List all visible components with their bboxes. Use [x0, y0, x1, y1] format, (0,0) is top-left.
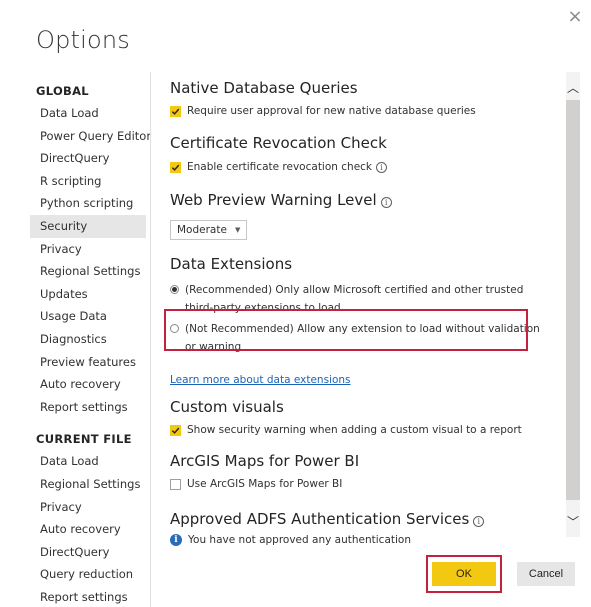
adfs-title: Approved ADFS Authentication Services i [170, 507, 556, 531]
scrollbar-thumb[interactable] [566, 100, 580, 500]
web-preview-title-text: Web Preview Warning Level [170, 191, 377, 209]
nav-item-current-privacy[interactable]: Privacy [30, 496, 146, 519]
checkbox-checked-icon[interactable] [170, 161, 181, 173]
nav-item-python-scripting[interactable]: Python scripting [30, 192, 146, 215]
native-db-approval-option[interactable]: Require user approval for new native dat… [170, 102, 556, 120]
checkbox-checked-icon[interactable] [170, 105, 181, 117]
nav-item-directquery[interactable]: DirectQuery [30, 147, 146, 170]
radio-selected-icon[interactable] [170, 285, 179, 294]
current-file-nav-list: Data Load Regional Settings Privacy Auto re… [30, 450, 146, 607]
cert-revocation-label: Enable certificate revocation check [187, 161, 373, 173]
custom-visuals-title: Custom visuals [170, 398, 284, 416]
not-recommended-highlight [164, 309, 528, 351]
adfs-info-text: You have not approved any authentication [188, 534, 411, 546]
ok-button[interactable]: OK [432, 562, 496, 586]
adfs-info-row: i You have not approved any authenticati… [170, 531, 556, 549]
web-preview-title: Web Preview Warning Level i [170, 188, 556, 212]
nav-item-data-load[interactable]: Data Load [30, 102, 146, 125]
chevron-up-icon[interactable]: ︿ [566, 78, 580, 98]
chevron-down-icon[interactable]: ﹀ [566, 512, 580, 532]
info-icon[interactable]: i [376, 161, 388, 173]
global-nav-list: Data Load Power Query Editor DirectQuery R … [30, 102, 151, 419]
nav-item-r-scripting[interactable]: R scripting [30, 170, 146, 193]
nav-item-privacy[interactable]: Privacy [30, 238, 146, 261]
nav-item-usage-data[interactable]: Usage Data [30, 305, 146, 328]
nav-item-regional-settings[interactable]: Regional Settings [30, 260, 146, 283]
info-icon[interactable]: i [380, 197, 392, 208]
custom-visuals-warning-option[interactable]: Show security warning when adding a cust… [170, 421, 556, 439]
close-icon[interactable]: × [566, 8, 584, 26]
nav-item-current-regional-settings[interactable]: Regional Settings [30, 473, 146, 496]
nav-item-current-data-load[interactable]: Data Load [30, 450, 146, 473]
web-preview-level-dropdown[interactable]: Moderate ▼ [170, 220, 248, 240]
dropdown-value: Moderate [177, 224, 227, 236]
data-extensions-title: Data Extensions [170, 255, 293, 273]
nav-heading-global: GLOBAL [36, 84, 89, 98]
nav-item-current-directquery[interactable]: DirectQuery [30, 541, 146, 564]
checkbox-unchecked-icon[interactable] [170, 478, 181, 490]
native-db-approval-label: Require user approval for new native dat… [187, 105, 476, 117]
cert-revocation-title: Certificate Revocation Check [170, 134, 387, 152]
cert-revocation-option[interactable]: Enable certificate revocation check i [170, 158, 556, 176]
dialog-title: Options [36, 26, 131, 54]
arcgis-title: ArcGIS Maps for Power BI [170, 452, 360, 470]
nav-item-auto-recovery[interactable]: Auto recovery [30, 373, 146, 396]
nav-item-preview-features[interactable]: Preview features [30, 351, 146, 374]
nav-item-power-query-editor[interactable]: Power Query Editor [30, 125, 151, 148]
info-filled-icon: i [170, 534, 182, 546]
nav-item-current-report-settings[interactable]: Report settings [30, 586, 146, 607]
cancel-button[interactable]: Cancel [517, 562, 575, 586]
checkbox-checked-icon[interactable] [170, 424, 181, 436]
arcgis-option[interactable]: Use ArcGIS Maps for Power BI [170, 475, 556, 493]
arcgis-label: Use ArcGIS Maps for Power BI [187, 478, 343, 490]
nav-item-report-settings[interactable]: Report settings [30, 396, 146, 419]
nav-heading-current-file: CURRENT FILE [36, 432, 132, 447]
chevron-down-icon: ▼ [234, 226, 241, 234]
nav-divider [150, 72, 151, 607]
nav-item-security[interactable]: Security [30, 214, 146, 238]
info-icon[interactable]: i [473, 516, 485, 527]
options-nav: GLOBAL Data Load Power Query Editor Direct… [30, 80, 151, 607]
nav-item-current-auto-recovery[interactable]: Auto recovery [30, 518, 146, 541]
recommended-line1: (Recommended) Only allow Microsoft certi… [185, 284, 524, 296]
nav-item-current-query-reduction[interactable]: Query reduction [30, 563, 146, 586]
native-db-queries-title: Native Database Queries [170, 79, 358, 97]
custom-visuals-warning-label: Show security warning when adding a cust… [187, 424, 522, 436]
nav-item-updates[interactable]: Updates [30, 283, 146, 306]
nav-item-diagnostics[interactable]: Diagnostics [30, 328, 146, 351]
learn-more-data-extensions-link[interactable]: Learn more about data extensions [170, 374, 351, 386]
adfs-title-text: Approved ADFS Authentication Services [170, 510, 470, 528]
